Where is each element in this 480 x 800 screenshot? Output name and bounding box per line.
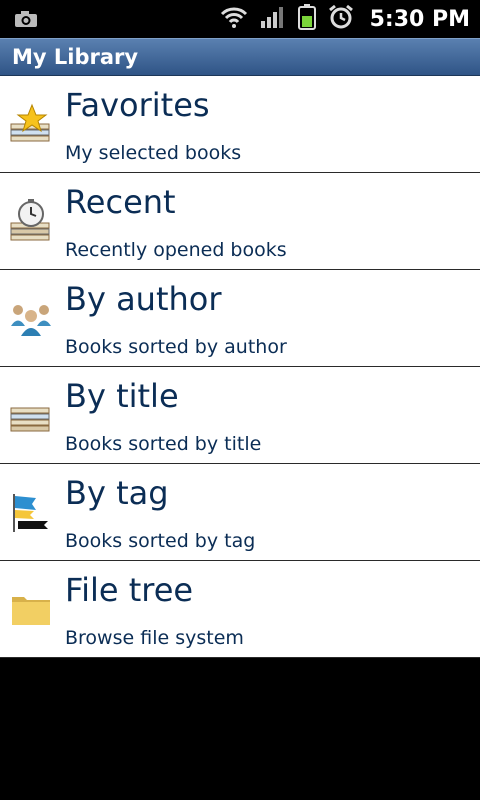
item-subtitle: My selected books bbox=[65, 142, 242, 164]
people-icon bbox=[8, 296, 54, 342]
list-item-favorites[interactable]: Favorites My selected books bbox=[0, 76, 480, 173]
clock-time: 5:30 PM bbox=[369, 6, 470, 32]
camera-icon bbox=[14, 10, 38, 32]
clock-books-icon bbox=[8, 199, 54, 245]
item-title: By author bbox=[65, 280, 222, 318]
star-books-icon bbox=[8, 102, 54, 148]
item-title: By tag bbox=[65, 474, 169, 512]
alarm-icon bbox=[328, 4, 354, 34]
item-title: File tree bbox=[65, 571, 194, 609]
list-item-by-title[interactable]: By title Books sorted by title bbox=[0, 367, 480, 464]
folder-icon bbox=[8, 587, 54, 633]
item-subtitle: Recently opened books bbox=[65, 239, 287, 261]
item-title: By title bbox=[65, 377, 179, 415]
empty-area bbox=[0, 658, 480, 800]
list-item-by-tag[interactable]: By tag Books sorted by tag bbox=[0, 464, 480, 561]
list-item-recent[interactable]: Recent Recently opened books bbox=[0, 173, 480, 270]
item-subtitle: Books sorted by tag bbox=[65, 530, 256, 552]
battery-icon bbox=[297, 4, 316, 34]
item-title: Favorites bbox=[65, 86, 210, 124]
wifi-icon bbox=[220, 5, 248, 33]
item-subtitle: Browse file system bbox=[65, 627, 244, 649]
item-subtitle: Books sorted by title bbox=[65, 433, 262, 455]
page-title: My Library bbox=[12, 45, 139, 69]
flag-icon bbox=[8, 490, 54, 536]
item-subtitle: Books sorted by author bbox=[65, 336, 287, 358]
list-item-by-author[interactable]: By author Books sorted by author bbox=[0, 270, 480, 367]
signal-icon bbox=[260, 5, 286, 33]
title-bar: My Library bbox=[0, 38, 480, 76]
library-list: Favorites My selected books Recent Recen… bbox=[0, 76, 480, 658]
list-item-file-tree[interactable]: File tree Browse file system bbox=[0, 561, 480, 658]
item-title: Recent bbox=[65, 183, 176, 221]
status-bar: 5:30 PM bbox=[0, 0, 480, 38]
books-stack-icon bbox=[8, 393, 54, 439]
